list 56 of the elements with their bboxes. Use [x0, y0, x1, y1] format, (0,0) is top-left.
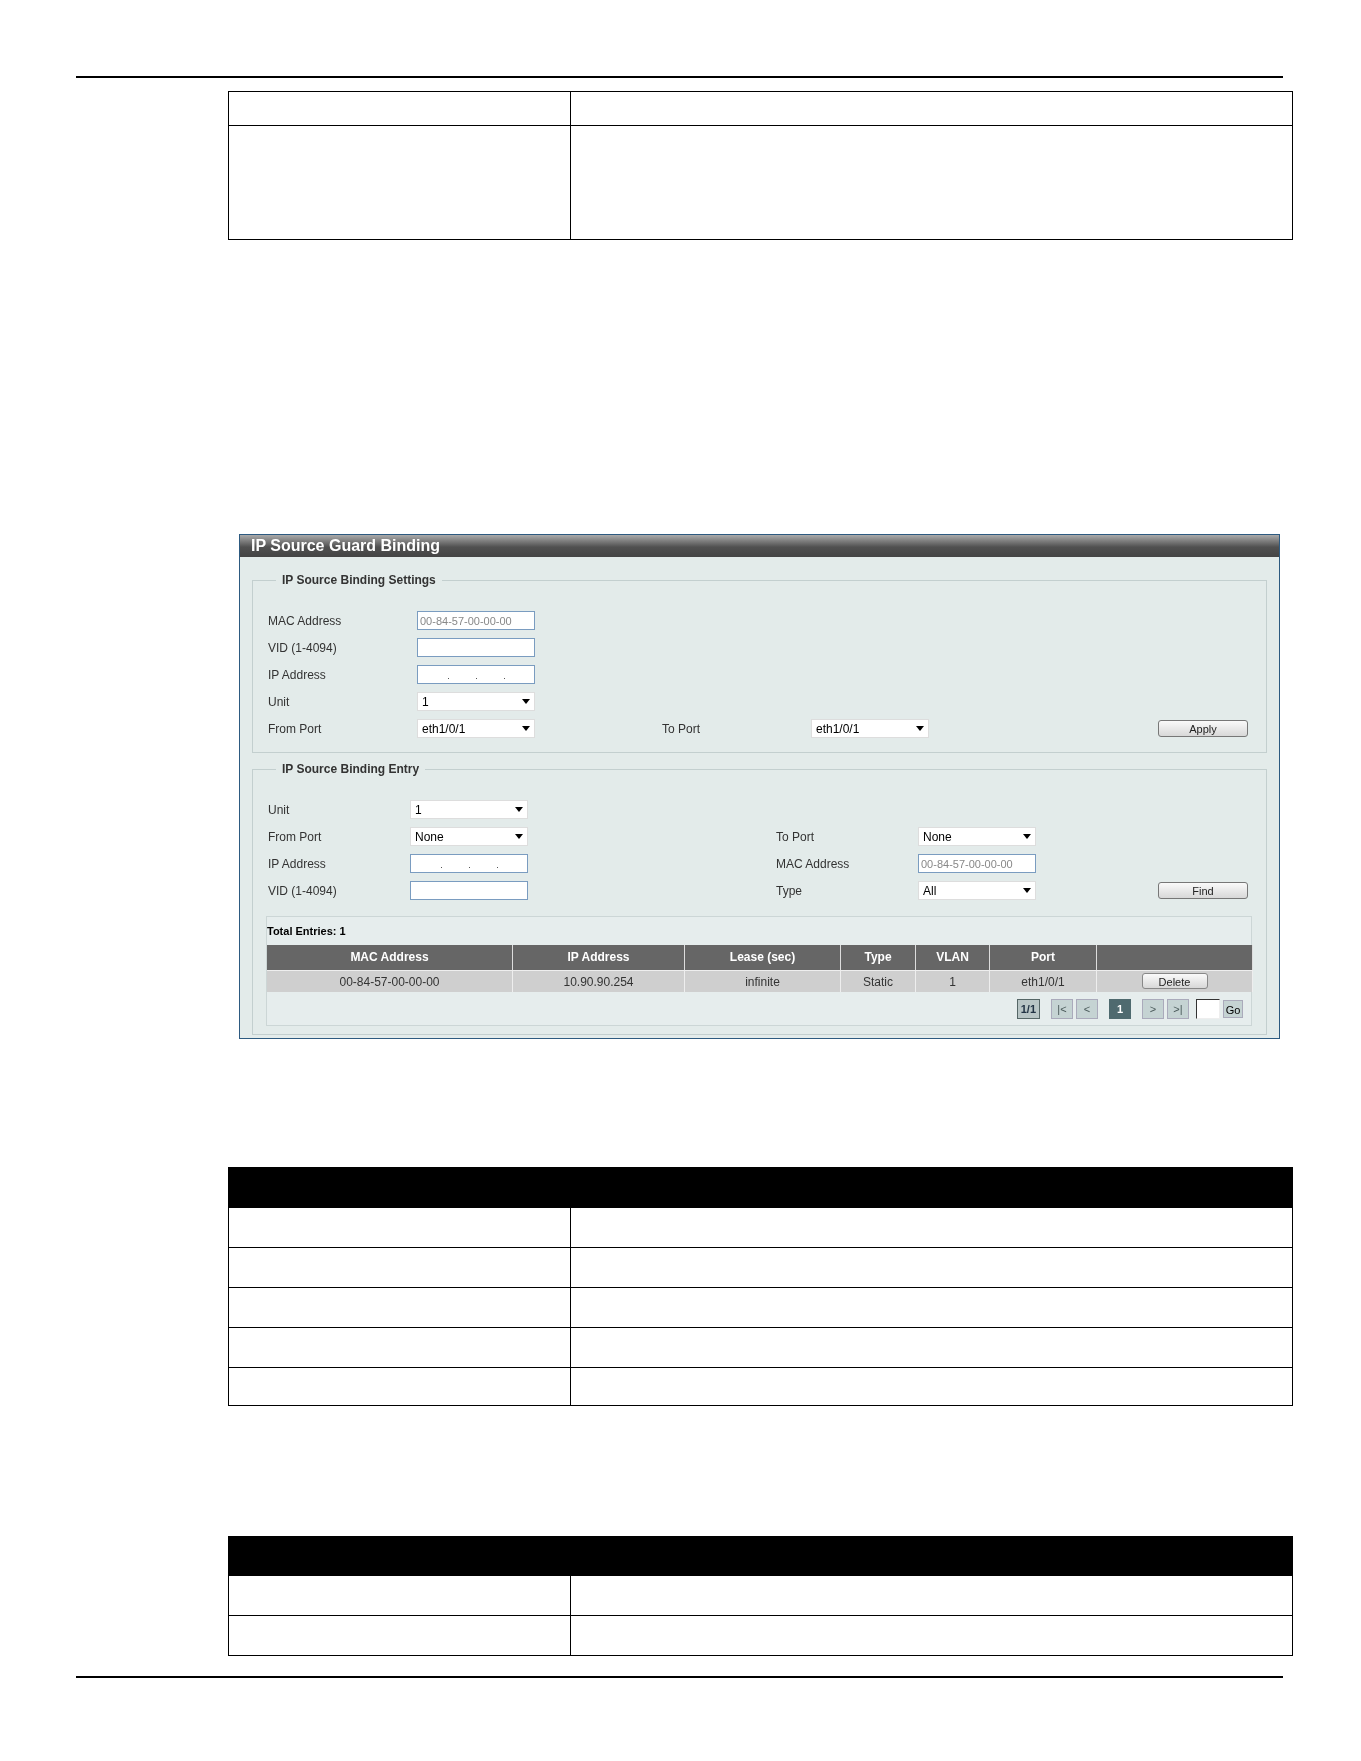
caret-icon: [1023, 888, 1031, 893]
field-label: Unit: [268, 801, 291, 819]
text-field[interactable]: [417, 638, 535, 657]
dropdown[interactable]: None: [410, 827, 528, 846]
dropdown[interactable]: 1: [410, 800, 528, 819]
dropdown[interactable]: 1: [417, 692, 535, 711]
column-header: MAC Address: [267, 944, 513, 970]
caret-icon: [916, 726, 924, 731]
caret-icon: [1023, 834, 1031, 839]
field-label: VID (1-4094): [268, 639, 338, 657]
column-header: IP Address: [513, 944, 685, 970]
table-cell: infinite: [685, 969, 841, 992]
total-entries-text: Total Entries: 1: [267, 924, 347, 939]
dropdown[interactable]: None: [918, 827, 1036, 846]
table-cell: 00-84-57-00-00-00: [267, 969, 513, 992]
section-legend: IP Source Binding Settings: [276, 573, 442, 587]
caret-icon: [515, 807, 523, 812]
text-field[interactable]: [410, 881, 528, 900]
caret-icon: [522, 699, 530, 704]
field-label: Unit: [268, 693, 291, 711]
dropdown[interactable]: All: [918, 881, 1036, 900]
column-header: Lease (sec): [685, 944, 841, 970]
page-info: 1/1: [1016, 998, 1040, 1019]
ip-address-field[interactable]: [417, 665, 535, 684]
page-number-button[interactable]: 1: [1109, 998, 1131, 1019]
field-label: IP Address: [268, 855, 327, 873]
dropdown[interactable]: eth1/0/1: [417, 719, 535, 738]
text-field[interactable]: 00-84-57-00-00-00: [918, 854, 1036, 873]
panel-title: IP Source Guard Binding: [240, 535, 1279, 557]
field-label: From Port: [268, 828, 323, 846]
table-cell: 1: [916, 969, 990, 992]
ip-address-field[interactable]: [410, 854, 528, 873]
dropdown[interactable]: eth1/0/1: [811, 719, 929, 738]
column-header: Type: [841, 944, 916, 970]
column-header: Port: [990, 944, 1097, 970]
field-label: IP Address: [268, 666, 327, 684]
caret-icon: [522, 726, 530, 731]
column-header: VLAN: [916, 944, 990, 970]
go-button[interactable]: Go: [1223, 999, 1243, 1018]
table-cell: eth1/0/1: [990, 969, 1097, 992]
table-cell: 10.90.90.254: [513, 969, 685, 992]
field-label: Type: [776, 882, 803, 900]
field-label: To Port: [776, 828, 815, 846]
page-input-field[interactable]: [1196, 998, 1220, 1019]
text-field[interactable]: 00-84-57-00-00-00: [417, 611, 535, 630]
find-button[interactable]: Find: [1158, 882, 1248, 899]
caret-icon: [515, 834, 523, 839]
apply-button[interactable]: Apply: [1158, 720, 1248, 737]
field-label: VID (1-4094): [268, 882, 338, 900]
section-legend: IP Source Binding Entry: [276, 762, 426, 776]
field-label: To Port: [662, 720, 701, 738]
field-label: MAC Address: [268, 612, 343, 630]
delete-button[interactable]: Delete: [1141, 972, 1208, 989]
field-label: MAC Address: [776, 855, 851, 873]
field-label: From Port: [268, 720, 323, 738]
table-cell: Static: [841, 969, 916, 992]
